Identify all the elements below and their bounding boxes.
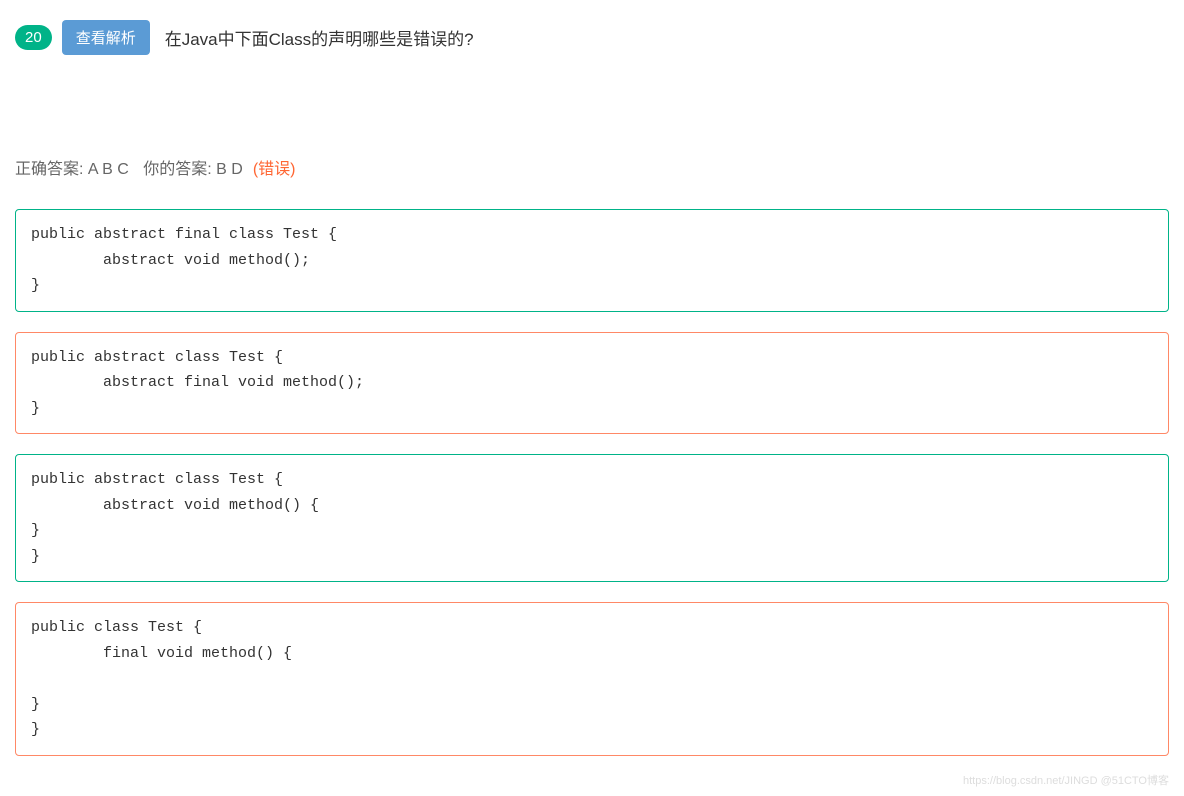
options-container: public abstract final class Test { abstr…: [15, 209, 1169, 756]
question-number-badge: 20: [15, 25, 52, 50]
answer-section: 正确答案: A B C 你的答案: B D (错误): [15, 155, 1169, 179]
view-analysis-button[interactable]: 查看解析: [62, 20, 150, 55]
question-title: 在Java中下面Class的声明哪些是错误的?: [165, 25, 474, 50]
wrong-indicator: (错误): [253, 161, 296, 178]
your-answer-value: B D: [216, 161, 243, 178]
option-code-2: public abstract class Test { abstract vo…: [15, 454, 1169, 582]
option-code-1: public abstract class Test { abstract fi…: [15, 332, 1169, 435]
option-code-0: public abstract final class Test { abstr…: [15, 209, 1169, 312]
correct-answer-label: 正确答案:: [15, 161, 83, 178]
watermark: https://blog.csdn.net/JINGD @51CTO博客: [963, 772, 1169, 788]
correct-answer-value: A B C: [88, 161, 129, 178]
your-answer-label: 你的答案:: [143, 161, 211, 178]
option-code-3: public class Test { final void method() …: [15, 602, 1169, 756]
question-header: 20 查看解析 在Java中下面Class的声明哪些是错误的?: [15, 20, 1169, 55]
